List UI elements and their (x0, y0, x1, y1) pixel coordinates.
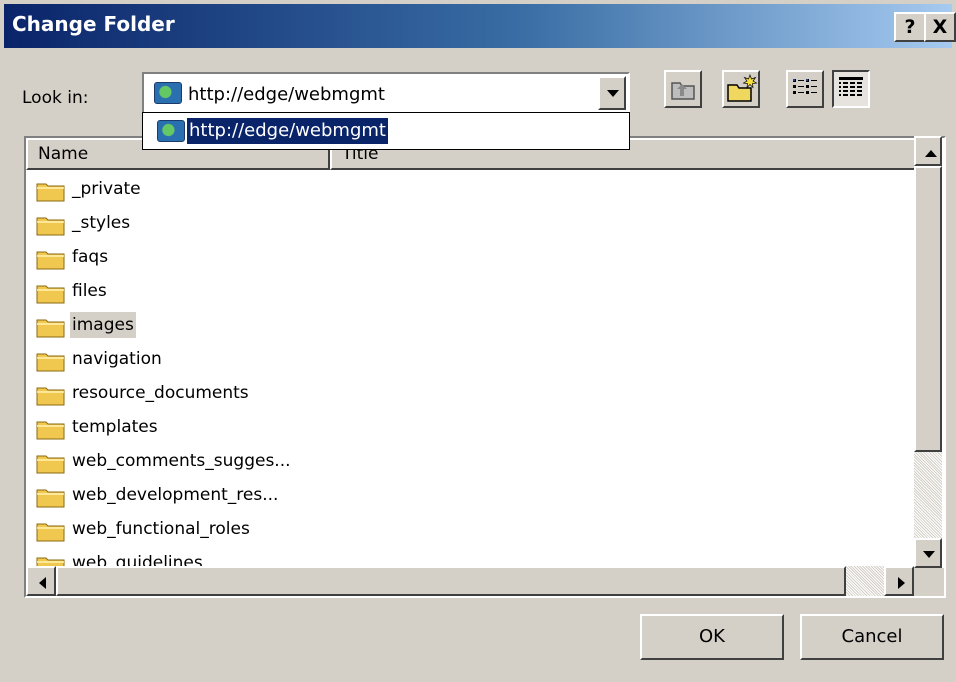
up-one-level-icon (671, 82, 695, 100)
folder-icon (36, 489, 65, 508)
chevron-up-icon (925, 150, 937, 157)
look-in-combobox[interactable]: http://edge/webmgmt (142, 72, 630, 114)
scroll-up-button[interactable] (914, 136, 942, 166)
folder-icon (36, 319, 65, 338)
ok-button[interactable]: OK (640, 614, 784, 660)
dropdown-arrow-button[interactable] (598, 76, 626, 110)
title-bar: Change Folder ? X (4, 4, 956, 48)
new-folder-button[interactable] (722, 70, 760, 108)
folder-icon (36, 285, 65, 304)
web-folder-icon (157, 120, 185, 142)
chevron-left-icon (39, 577, 46, 589)
vertical-scroll-thumb[interactable] (914, 166, 942, 452)
folder-icon (36, 387, 65, 406)
details-view-icon (839, 77, 863, 96)
scrollbar-corner (914, 568, 944, 596)
dialog-title: Change Folder (12, 12, 175, 36)
folder-name: resource_documents (72, 383, 249, 403)
folder-icon (36, 217, 65, 236)
scroll-right-button[interactable] (884, 566, 914, 596)
chevron-down-icon (923, 551, 935, 558)
chevron-right-icon (898, 577, 905, 589)
folder-name: files (72, 281, 107, 301)
folder-icon (36, 523, 65, 542)
look-in-dropdown-list: http://edge/webmgmt (142, 112, 630, 150)
details-view-button[interactable] (832, 70, 870, 108)
new-folder-icon (727, 74, 758, 102)
cancel-button[interactable]: Cancel (800, 614, 944, 660)
folder-icon (36, 455, 65, 474)
folder-icon (36, 353, 65, 372)
folder-name: images (70, 312, 136, 338)
dropdown-option[interactable]: http://edge/webmgmt (187, 118, 388, 144)
folder-icon (36, 421, 65, 440)
look-in-label: Look in: (22, 88, 89, 108)
folder-name: faqs (72, 247, 109, 267)
list-view-icon (793, 79, 817, 94)
folder-name: web_comments_sugges... (72, 451, 291, 471)
vertical-scrollbar[interactable] (914, 136, 944, 568)
horizontal-scrollbar[interactable] (26, 566, 914, 596)
folder-name: templates (72, 417, 158, 437)
help-button[interactable]: ? (894, 12, 926, 42)
folder-name: _styles (72, 213, 131, 233)
scroll-left-button[interactable] (26, 566, 56, 596)
horizontal-scroll-thumb[interactable] (56, 566, 846, 596)
web-folder-icon (154, 82, 182, 104)
look-in-value: http://edge/webmgmt (188, 84, 385, 105)
folder-name: _private (72, 179, 141, 199)
folder-list-view[interactable]: Name Title _private _styles faqs files i… (24, 136, 946, 598)
folder-icon (36, 183, 65, 202)
close-button[interactable]: X (924, 12, 956, 42)
chevron-down-icon (607, 90, 619, 97)
list-view-button[interactable] (786, 70, 824, 108)
folder-icon (36, 251, 65, 270)
folder-name: web_functional_roles (72, 519, 250, 539)
folder-name: navigation (72, 349, 162, 369)
scroll-down-button[interactable] (914, 538, 942, 568)
up-one-level-button[interactable] (664, 70, 702, 108)
folder-name: web_development_res... (72, 485, 279, 505)
